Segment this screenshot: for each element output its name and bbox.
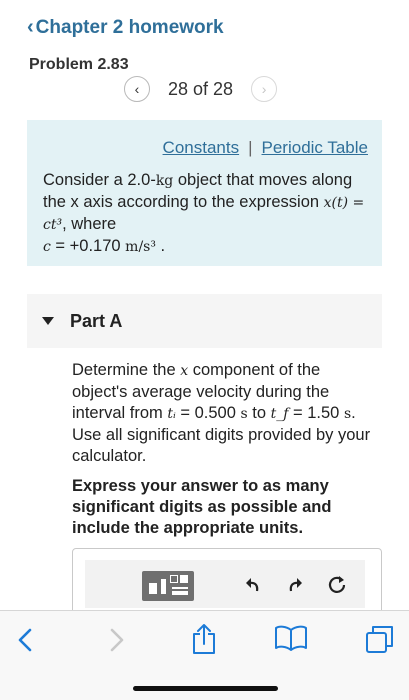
problem-pager: ‹ 28 of 28 › — [124, 76, 278, 102]
question-text: Determine the — [72, 361, 181, 379]
part-a-label: Part A — [70, 310, 123, 331]
resource-links: Constants | Periodic Table — [163, 138, 368, 158]
answer-instruction: Express your answer to as many significa… — [72, 477, 332, 537]
statement-text: . — [155, 237, 166, 255]
question-text: = 1.50 — [288, 404, 344, 422]
tabs-icon[interactable] — [365, 625, 395, 655]
unit-m-per-s3: m/s³ — [125, 239, 156, 255]
statement-text: = +0.170 — [50, 237, 126, 255]
part-a-question: Determine the x component of the object'… — [72, 360, 372, 467]
periodic-table-link[interactable]: Periodic Table — [262, 138, 368, 158]
answer-toolbar — [85, 560, 365, 608]
chevron-right-icon: › — [261, 81, 267, 97]
reset-icon[interactable] — [327, 574, 347, 594]
previous-problem-button[interactable]: ‹ — [124, 76, 150, 102]
statement-text: Consider a 2.0- — [43, 171, 156, 189]
chapter-link-label: Chapter 2 homework — [35, 16, 224, 38]
constant-c: c — [43, 239, 51, 255]
problem-position: 28 of 28 — [168, 78, 234, 99]
unit-seconds: s — [240, 406, 248, 422]
chevron-left-icon: ‹ — [134, 81, 140, 97]
home-indicator[interactable] — [133, 686, 278, 691]
chapter-homework-link[interactable]: ‹ Chapter 2 homework — [27, 16, 224, 39]
problem-statement: Consider a 2.0-kg object that moves alon… — [43, 170, 373, 258]
statement-text: , where — [62, 215, 117, 233]
chevron-left-icon: ‹ — [27, 16, 34, 38]
problem-info-box: Constants | Periodic Table Consider a 2.… — [27, 120, 382, 266]
bookmarks-icon[interactable] — [274, 625, 308, 651]
undo-icon[interactable] — [243, 574, 263, 594]
templates-icon[interactable] — [142, 571, 194, 601]
variable-t-final: t_f — [270, 406, 289, 422]
constants-link[interactable]: Constants — [163, 138, 240, 158]
next-problem-button[interactable]: › — [251, 76, 278, 102]
share-icon[interactable] — [191, 623, 217, 655]
question-text: = 0.500 — [175, 404, 241, 422]
variable-t-initial: tᵢ — [167, 406, 176, 422]
variable-x: x — [180, 363, 189, 379]
part-a-header[interactable]: Part A — [27, 294, 382, 348]
question-text: to — [247, 404, 271, 422]
redo-icon[interactable] — [285, 574, 305, 594]
problem-title: Problem 2.83 — [29, 56, 129, 73]
unit-kg: kg — [155, 173, 174, 189]
link-separator: | — [248, 138, 253, 157]
forward-icon[interactable] — [104, 627, 128, 653]
back-icon[interactable] — [14, 627, 38, 653]
collapse-triangle-icon — [42, 317, 54, 325]
